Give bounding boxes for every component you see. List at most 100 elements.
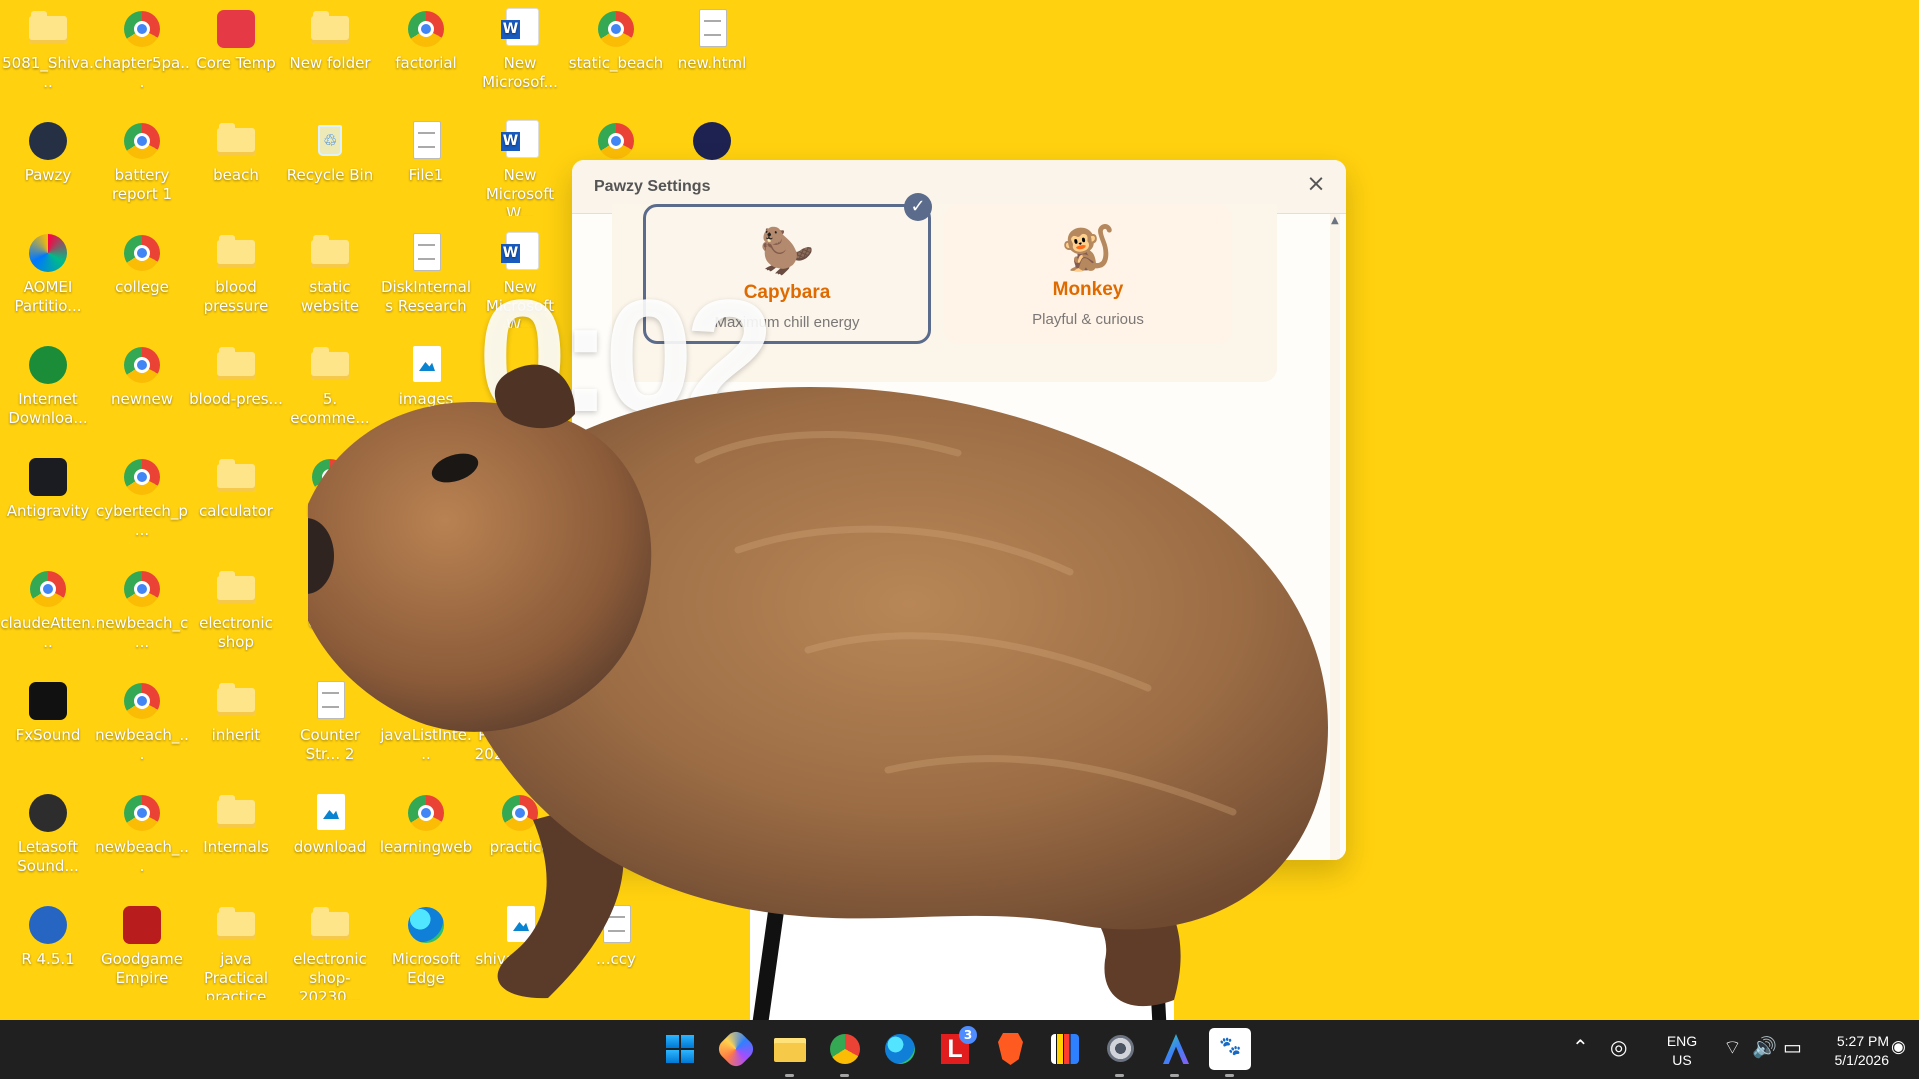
- brave-button[interactable]: [989, 1028, 1031, 1070]
- chrome-icon: [121, 568, 163, 610]
- pawzy-app-icon: [27, 120, 69, 162]
- folder-icon: [215, 344, 257, 386]
- globe-settings-icon[interactable]: ◎: [1610, 1038, 1627, 1058]
- date-time[interactable]: 5:27 PM 5/1/2026: [1819, 1032, 1890, 1070]
- chrome-icon: [405, 8, 447, 50]
- desktop-icon[interactable]: Pawzy: [0, 112, 96, 216]
- copilot-button[interactable]: [714, 1027, 758, 1071]
- desktop-icon[interactable]: calculator: [188, 448, 284, 552]
- file-explorer-button[interactable]: [769, 1028, 811, 1077]
- taskbar-app-area: L3: [659, 1020, 1259, 1079]
- text-document-icon: [691, 8, 733, 50]
- volume-icon[interactable]: 🔊: [1752, 1038, 1777, 1058]
- start-button[interactable]: [659, 1028, 701, 1070]
- chrome-icon: [121, 8, 163, 50]
- monkey-icon: 🐒: [1060, 223, 1116, 274]
- pawzy-button[interactable]: [1209, 1028, 1251, 1077]
- desktop-icon[interactable]: static_beach: [568, 0, 664, 104]
- scroll-up-icon[interactable]: ▲: [1331, 215, 1339, 226]
- desktop-icon[interactable]: newnew: [94, 336, 190, 440]
- desktop-icon[interactable]: claudeAtten...: [0, 560, 96, 664]
- desktop-icon[interactable]: 5081_Shiva...: [0, 0, 96, 104]
- notification-icon[interactable]: ◉: [1891, 1038, 1907, 1055]
- settings-button[interactable]: [1099, 1028, 1141, 1077]
- desktop-icon[interactable]: college: [94, 224, 190, 328]
- letasoft-sound-icon: [27, 792, 69, 834]
- recycle-bin-icon: [309, 120, 351, 162]
- desktop-icon[interactable]: blood-pres...: [188, 336, 284, 440]
- folder-icon: [215, 232, 257, 274]
- desktop-icon[interactable]: static website: [282, 224, 378, 328]
- pet-card-monkey[interactable]: 🐒 Monkey Playful & curious: [944, 204, 1232, 344]
- desktop-icon[interactable]: Recycle Bin: [282, 112, 378, 216]
- close-button[interactable]: ×: [1305, 173, 1327, 196]
- goodgame-empire-icon: [121, 904, 163, 946]
- copilot-icon: [714, 1027, 758, 1071]
- folder-icon: [309, 232, 351, 274]
- folder-icon: [215, 904, 257, 946]
- pet-name: Monkey: [1052, 279, 1124, 300]
- word-document-icon: [499, 120, 541, 162]
- desktop-icon[interactable]: DiskInternals Research: [378, 224, 474, 328]
- chrome-button[interactable]: [824, 1028, 866, 1077]
- edge-button[interactable]: [879, 1028, 921, 1070]
- brave-icon: [998, 1033, 1023, 1065]
- desktop: 5081_Shiva... chapter5pa... Core Temp Ne…: [0, 0, 1919, 1020]
- desktop-icon[interactable]: chapter5pa...: [94, 0, 190, 104]
- desktop-icon[interactable]: New folder: [282, 0, 378, 104]
- show-hidden-icons-icon[interactable]: ⌃: [1572, 1038, 1589, 1058]
- language-indicator[interactable]: ENG US: [1663, 1032, 1701, 1070]
- word-document-icon: [499, 8, 541, 50]
- colorful-app-button[interactable]: [1044, 1028, 1086, 1070]
- gear-icon: [1107, 1035, 1134, 1062]
- time-text: 5:27 PM: [1836, 1033, 1889, 1049]
- desktop-icon[interactable]: File1: [378, 112, 474, 216]
- desktop-icon[interactable]: Antigravity: [0, 448, 96, 552]
- windows-start-icon: [666, 1035, 694, 1063]
- desktop-icon[interactable]: New Microsoft W...: [472, 112, 568, 216]
- antigravity-button[interactable]: [1154, 1028, 1196, 1077]
- desktop-icon[interactable]: FxSound: [0, 672, 96, 776]
- desktop-icon[interactable]: newbeach_c...: [94, 560, 190, 664]
- capybara-pet[interactable]: [308, 350, 1398, 1020]
- paw-icon: [1209, 1028, 1251, 1070]
- desktop-icon[interactable]: inherit: [188, 672, 284, 776]
- desktop-icon[interactable]: Core Temp: [188, 0, 284, 104]
- desktop-icon[interactable]: Goodgame Empire: [94, 896, 190, 1000]
- desktop-icon[interactable]: newbeach_...: [94, 784, 190, 888]
- desktop-icon[interactable]: blood pressure: [188, 224, 284, 328]
- folder-icon: [215, 792, 257, 834]
- desktop-icon[interactable]: factorial: [378, 0, 474, 104]
- chrome-icon: [121, 792, 163, 834]
- desktop-icon[interactable]: Internals: [188, 784, 284, 888]
- core-temp-icon: [215, 8, 257, 50]
- desktop-icon[interactable]: java Practical practice: [188, 896, 284, 1000]
- r-language-icon: [27, 904, 69, 946]
- desktop-icon[interactable]: R 4.5.1: [0, 896, 96, 1000]
- desktop-icon[interactable]: AOMEI Partitio...: [0, 224, 96, 328]
- desktop-icon[interactable]: Letasoft Sound...: [0, 784, 96, 888]
- folder-icon: [215, 568, 257, 610]
- pet-description: Playful & curious: [1032, 311, 1144, 328]
- folder-icon: [215, 456, 257, 498]
- battery-icon[interactable]: ▭: [1783, 1038, 1802, 1058]
- desktop-icon[interactable]: New Microsof...: [472, 0, 568, 104]
- aomei-icon: [27, 232, 69, 274]
- eclipse-icon: [691, 120, 733, 162]
- notification-badge: 3: [959, 1026, 977, 1044]
- l-app-button[interactable]: L3: [934, 1026, 977, 1070]
- desktop-icon[interactable]: newbeach_...: [94, 672, 190, 776]
- chrome-icon: [121, 120, 163, 162]
- date-text: 5/1/2026: [1834, 1052, 1890, 1068]
- desktop-icon[interactable]: battery report 1: [94, 112, 190, 216]
- desktop-icon[interactable]: electronic shop: [188, 560, 284, 664]
- desktop-icon[interactable]: cybertech_p...: [94, 448, 190, 552]
- wifi-icon[interactable]: ⌔: [1723, 1038, 1742, 1058]
- chrome-icon: [595, 8, 637, 50]
- folder-icon: [309, 8, 351, 50]
- folder-icon: [27, 8, 69, 50]
- desktop-icon[interactable]: new.html: [664, 0, 760, 104]
- desktop-icon[interactable]: Internet Downloa...: [0, 336, 96, 440]
- antigravity-icon: [27, 456, 69, 498]
- desktop-icon[interactable]: beach: [188, 112, 284, 216]
